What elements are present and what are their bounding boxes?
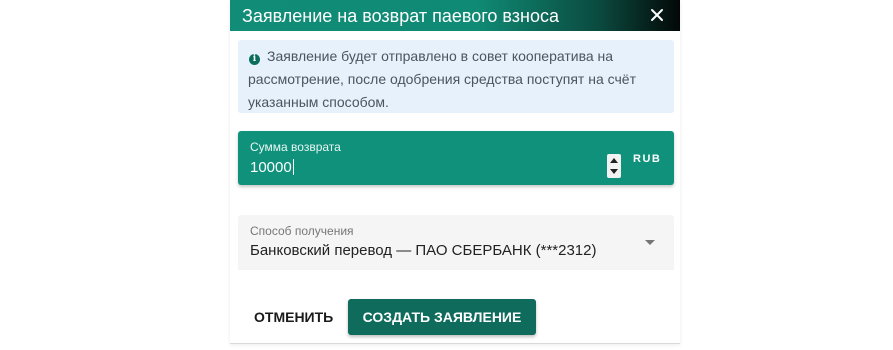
amount-value: 10000 [250,159,292,176]
amount-input[interactable]: 10000 [250,159,294,176]
info-icon: i [249,54,260,65]
dialog-header: Заявление на возврат паевого взноса [230,0,680,31]
chevron-down-icon[interactable] [645,240,655,245]
amount-field[interactable]: Сумма возврата 10000 RUB [238,131,674,185]
create-application-button[interactable]: СОЗДАТЬ ЗАЯВЛЕНИЕ [348,299,536,335]
stepper-up-icon[interactable] [610,158,618,163]
cancel-button[interactable]: ОТМЕНИТЬ [246,299,341,335]
info-notice: i Заявление будет отправлено в совет кооп… [238,40,674,113]
currency-unit: RUB [633,153,662,165]
amount-label: Сумма возврата [250,140,341,154]
close-icon [651,9,663,21]
method-label: Способ получения [250,224,354,238]
payout-method-select[interactable]: Способ получения Банковский перевод — ПА… [238,215,674,270]
method-value: Банковский перевод — ПАО СБЕРБАНК (***23… [250,242,597,259]
text-caret [292,159,294,175]
return-share-dialog: Заявление на возврат паевого взноса i Зая… [230,0,680,344]
amount-stepper[interactable] [607,154,621,178]
stepper-down-icon[interactable] [610,169,618,174]
close-button[interactable] [646,4,668,26]
info-text: Заявление будет отправлено в совет коопе… [248,48,636,110]
dialog-title: Заявление на возврат паевого взноса [242,6,560,26]
